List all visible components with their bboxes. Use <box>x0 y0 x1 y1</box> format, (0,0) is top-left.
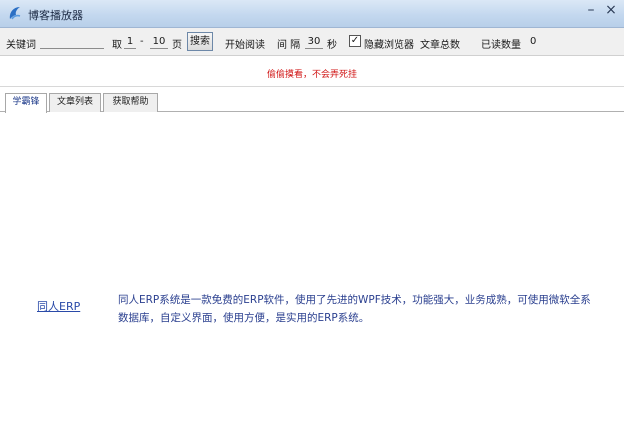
app-logo-icon <box>9 7 21 20</box>
tab-get-help[interactable]: 获取帮助 <box>103 93 158 112</box>
notice-text: 偷偷摸看，不会弄死挂 <box>266 70 357 80</box>
keyword-label: 关键词 <box>6 40 36 51</box>
title-bar: 博客播放器 – × <box>0 0 624 28</box>
minimize-button[interactable]: – <box>583 2 599 20</box>
tab-strip: 学霸锋 文章列表 获取帮助 <box>0 90 624 113</box>
interval-input[interactable] <box>305 34 323 49</box>
page-from-input[interactable] <box>124 34 136 49</box>
total-articles-label: 文章总数 <box>420 40 460 51</box>
page-unit-label: 页 <box>172 40 182 51</box>
take-label: 取 <box>112 40 122 51</box>
read-count-value: 0 <box>530 36 537 47</box>
tab-article-list[interactable]: 文章列表 <box>49 93 101 112</box>
interval-label: 间 隔 <box>277 40 301 51</box>
read-count-label: 已读数量 <box>481 40 521 51</box>
range-separator: - <box>140 36 144 47</box>
search-button[interactable]: 搜索 <box>187 32 213 51</box>
interval-unit-label: 秒 <box>327 40 337 51</box>
hide-browser-label: 隐藏浏览器 <box>364 40 414 51</box>
keyword-input[interactable] <box>40 34 104 49</box>
erp-link[interactable]: 同人ERP <box>37 298 80 314</box>
notice-bar: 偷偷摸看，不会弄死挂 <box>0 57 624 87</box>
content-panel: 同人ERP 同人ERP系统是一款免费的ERP软件，使用了先进的WPF技术，功能强… <box>0 113 624 423</box>
start-reading-button[interactable]: 开始阅读 <box>225 36 265 51</box>
toolbar: 关键词 取 - 页 搜索 开始阅读 间 隔 秒 ✓ 隐藏浏览器 文章总数 已读数… <box>0 28 624 56</box>
hide-browser-checkbox[interactable]: ✓ <box>349 35 361 47</box>
tab-xuebafeng[interactable]: 学霸锋 <box>5 93 47 113</box>
erp-description: 同人ERP系统是一款免费的ERP软件，使用了先进的WPF技术，功能强大，业务成熟… <box>118 294 591 324</box>
window-title: 博客播放器 <box>28 9 83 22</box>
close-button[interactable]: × <box>603 2 619 20</box>
page-to-input[interactable] <box>150 34 168 49</box>
